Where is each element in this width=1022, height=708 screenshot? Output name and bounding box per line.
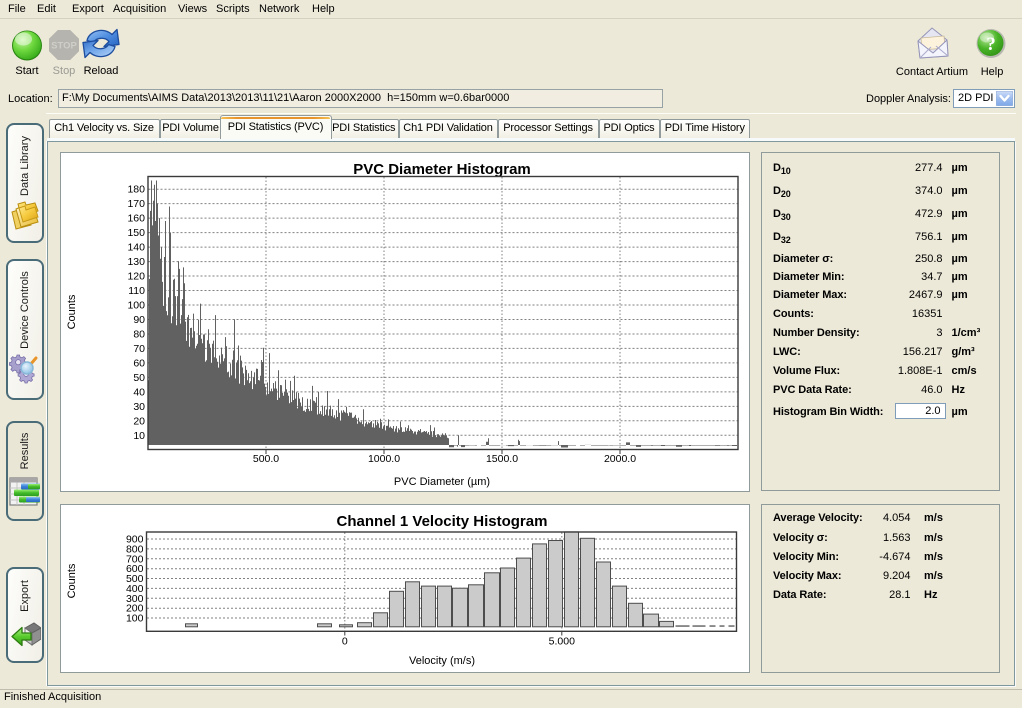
svg-text:PVC Diameter Histogram: PVC Diameter Histogram <box>353 161 531 178</box>
svg-text:?: ? <box>986 34 996 55</box>
svg-text:1500.0: 1500.0 <box>485 453 517 465</box>
svg-text:80: 80 <box>133 329 145 341</box>
svg-text:Velocity (m/s): Velocity (m/s) <box>408 655 474 667</box>
svg-text:5.000: 5.000 <box>548 636 574 648</box>
svg-text:70: 70 <box>133 343 145 355</box>
svg-text:160: 160 <box>127 213 145 225</box>
svg-text:20: 20 <box>133 415 145 427</box>
svg-text:130: 130 <box>127 256 145 268</box>
svg-text:90: 90 <box>133 314 145 326</box>
svg-text:10: 10 <box>133 430 145 442</box>
svg-text:40: 40 <box>133 386 145 398</box>
svg-text:1000.0: 1000.0 <box>367 453 399 465</box>
svg-text:100: 100 <box>127 300 145 312</box>
svg-text:Counts: Counts <box>66 563 78 598</box>
svg-text:900: 900 <box>125 534 143 546</box>
svg-text:120: 120 <box>127 271 145 283</box>
svg-text:2000.0: 2000.0 <box>603 453 635 465</box>
svg-text:110: 110 <box>128 285 145 297</box>
svg-text:STOP: STOP <box>51 41 77 52</box>
svg-text:Channel 1 Velocity Histogram: Channel 1 Velocity Histogram <box>336 513 547 530</box>
svg-text:180: 180 <box>127 184 145 196</box>
svg-text:50: 50 <box>133 372 145 384</box>
svg-text:30: 30 <box>133 401 145 413</box>
svg-text:170: 170 <box>127 198 145 210</box>
svg-text:500.0: 500.0 <box>252 453 278 465</box>
svg-text:PVC Diameter (µm): PVC Diameter (µm) <box>393 476 489 488</box>
svg-text:140: 140 <box>127 242 145 254</box>
svg-text:Counts: Counts <box>66 294 78 329</box>
svg-text:150: 150 <box>127 227 145 239</box>
svg-text:60: 60 <box>133 357 145 369</box>
svg-text:0: 0 <box>341 636 347 648</box>
